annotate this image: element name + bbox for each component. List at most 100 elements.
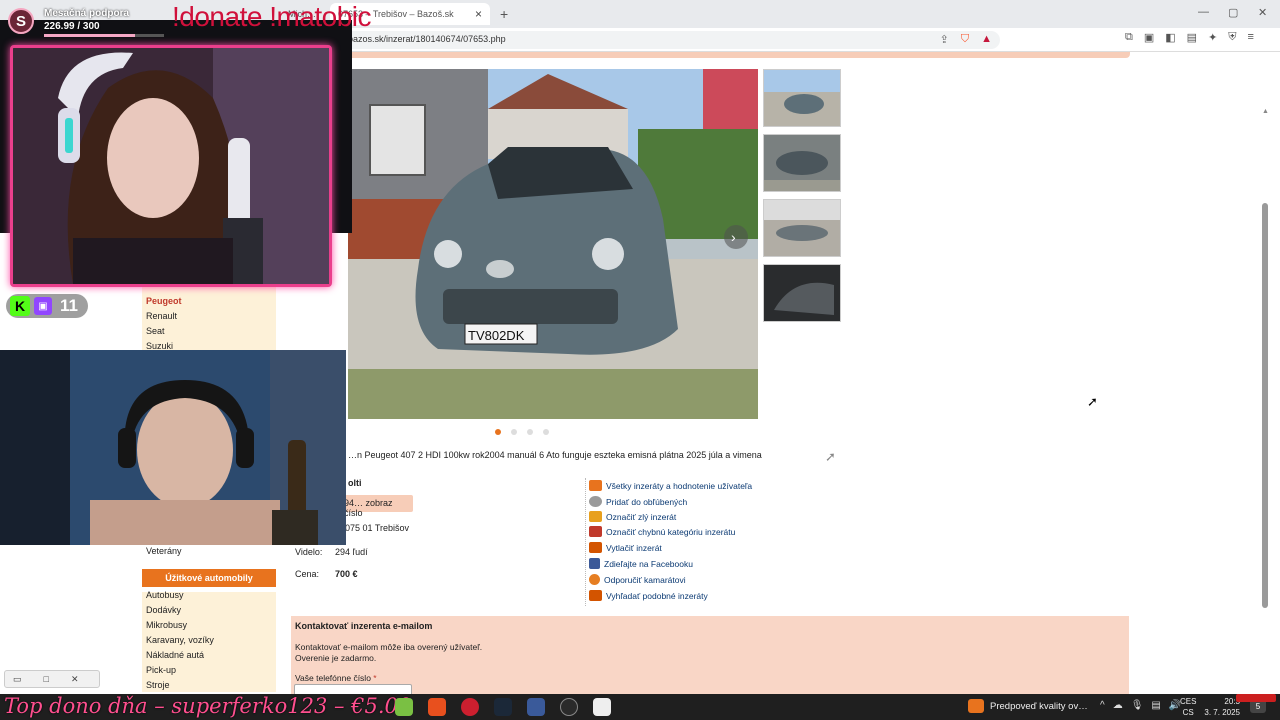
chevron-up-icon[interactable]: ^: [1100, 700, 1105, 711]
action-add-favorite[interactable]: Pridať do obľúbených: [589, 496, 687, 507]
sidebar-item-mikrobusy[interactable]: Mikrobusy: [146, 620, 187, 630]
close-icon[interactable]: ✕: [71, 674, 79, 685]
warning-icon: [589, 511, 602, 522]
goal-value: 226.99 / 300: [44, 21, 100, 32]
category-header[interactable]: Úžitkové automobily: [142, 569, 276, 587]
brave-shield-icon[interactable]: ⛉: [961, 33, 969, 46]
brave-rewards-icon[interactable]: ▲: [981, 33, 992, 46]
action-similar[interactable]: Vyhľadať podobné inzeráty: [589, 590, 708, 601]
weather-widget[interactable]: Predpoveď kvality ov…: [968, 699, 1088, 713]
sidebar-item-peugeot[interactable]: Peugeot: [146, 296, 182, 306]
action-report-bad[interactable]: Označiť zlý inzerát: [589, 511, 676, 522]
share-icon[interactable]: ⇪: [940, 33, 949, 46]
sidebar-item-pickup[interactable]: Pick-up: [146, 665, 176, 675]
webcam-feed: [13, 48, 329, 284]
taskbar-apps: [395, 698, 611, 716]
app-icon[interactable]: [527, 698, 545, 716]
thumbnail[interactable]: [763, 134, 841, 192]
next-photo-icon[interactable]: ›: [731, 229, 736, 245]
printer-icon: [589, 542, 602, 553]
sidebar-item-karavany[interactable]: Karavany, vozíky: [146, 635, 214, 645]
guest-webcam-feed: [0, 350, 346, 545]
action-all-ads[interactable]: Všetky inzeráty a hodnotenie užívateľa: [589, 480, 752, 491]
photo-dot[interactable]: [511, 429, 517, 435]
show-phone-button[interactable]: 94… zobraz číslo: [340, 495, 413, 518]
views-label: Videlo:: [295, 547, 323, 557]
photo-dot[interactable]: [527, 429, 533, 435]
arrows-icon: [589, 526, 602, 537]
thumbnail[interactable]: [763, 264, 841, 322]
close-tab-icon[interactable]: ×: [475, 7, 482, 21]
air-quality-icon: [968, 699, 984, 713]
action-recommend[interactable]: Odporučiť kamarátovi: [589, 574, 686, 585]
minimize-button[interactable]: —: [1198, 6, 1209, 18]
sidebar-item-renault[interactable]: Renault: [146, 311, 177, 321]
streamer-webcam: [10, 45, 332, 287]
channel-logo-icon: S: [8, 8, 34, 34]
opera-icon[interactable]: [461, 698, 479, 716]
photo-dots: [495, 429, 549, 435]
sidebar-item-nakladne[interactable]: Nákladné autá: [146, 650, 204, 660]
mini-window-controls[interactable]: ▭ □ ✕: [4, 670, 100, 688]
price-label: Cena:: [295, 569, 320, 579]
microphone-icon[interactable]: 🎙: [1131, 700, 1144, 711]
views-value: 294 ľudí: [335, 547, 368, 557]
leo-icon[interactable]: ✦: [1208, 31, 1217, 44]
sidebar-item-autobusy[interactable]: Autobusy: [146, 590, 184, 600]
stream-overlay-header: S Mesačná podpora 226.99 / 300 !donate !…: [0, 0, 440, 40]
page-scrollbar[interactable]: ▲ ▼: [1262, 108, 1269, 720]
sidebar-icon[interactable]: ▣: [1144, 31, 1154, 44]
steam-icon[interactable]: [494, 698, 512, 716]
wallet-icon[interactable]: ▤: [1187, 31, 1197, 44]
twitch-logo-icon: ▣: [34, 297, 52, 315]
contact-note-2: Overenie je zadarmo.: [295, 653, 377, 663]
goal-title: Mesačná podpora: [44, 8, 130, 19]
action-report-category[interactable]: Označiť chybnú kategóriu inzerátu: [589, 526, 735, 537]
top-donation-ticker: Top dono dňa – superferko123 – €5.00: [4, 694, 412, 718]
reader-icon[interactable]: ◧: [1165, 31, 1175, 44]
action-print[interactable]: Vytlačiť inzerát: [589, 542, 662, 553]
similar-icon: [589, 590, 602, 601]
photo-dot[interactable]: [543, 429, 549, 435]
mouse-cursor-icon: ➚: [1087, 394, 1098, 409]
thumbnail[interactable]: [763, 69, 841, 127]
donate-command-text: !donate !matobic: [172, 1, 372, 32]
maximize-icon[interactable]: □: [44, 674, 49, 684]
sidebar-item-stroje[interactable]: Stroje: [146, 680, 170, 690]
seller-name[interactable]: olti: [348, 478, 362, 488]
action-share-facebook[interactable]: Zdieľajte na Facebooku: [589, 558, 693, 569]
close-window-button[interactable]: ✕: [1258, 6, 1267, 19]
sidebar-item-veterany[interactable]: Veterány: [146, 546, 182, 556]
guest-webcam: [0, 350, 346, 545]
menu-icon[interactable]: ≡: [1248, 31, 1254, 44]
system-tray: ^ ☁ 🎙 ▤ 🔊: [1100, 700, 1181, 711]
brave-icon[interactable]: [428, 698, 446, 716]
extensions-icon[interactable]: ⧉: [1125, 31, 1133, 44]
obs-icon[interactable]: [560, 698, 578, 716]
license-plate: TV802DK: [468, 328, 525, 343]
sidebar-item-seat[interactable]: Seat: [146, 326, 165, 336]
app-icon[interactable]: [593, 698, 611, 716]
network-icon[interactable]: ▤: [1151, 700, 1160, 711]
clock[interactable]: 20:3 3. 7. 2025: [1204, 696, 1240, 718]
sidebar-item-dodavky[interactable]: Dodávky: [146, 605, 181, 615]
goal-progress-bar: [44, 34, 164, 37]
thumbnail[interactable]: [763, 199, 841, 257]
listing-main-photo[interactable]: TV802DK ›: [348, 69, 758, 419]
scroll-up-icon[interactable]: ▲: [1262, 108, 1269, 115]
seller-address: 075 01 Trebišov: [345, 523, 410, 533]
mouse-cursor-ghost-icon: ➚: [825, 449, 836, 464]
user-ads-icon: [589, 480, 602, 491]
vpn-icon[interactable]: ⛨: [1228, 31, 1236, 44]
language-indicator[interactable]: CES CS: [1180, 696, 1196, 718]
app-icon[interactable]: [395, 698, 413, 716]
onedrive-icon[interactable]: ☁: [1113, 700, 1123, 711]
contact-title: Kontaktovať inzerenta e-mailom: [295, 621, 433, 631]
facebook-icon: [589, 558, 600, 569]
restore-icon[interactable]: ▭: [13, 674, 22, 685]
new-tab-button[interactable]: +: [500, 6, 508, 22]
photo-dot-active[interactable]: [495, 429, 501, 435]
maximize-button[interactable]: ▢: [1228, 6, 1238, 19]
scroll-thumb[interactable]: [1262, 203, 1268, 608]
listing-actions: Všetky inzeráty a hodnotenie užívateľa P…: [585, 478, 785, 606]
